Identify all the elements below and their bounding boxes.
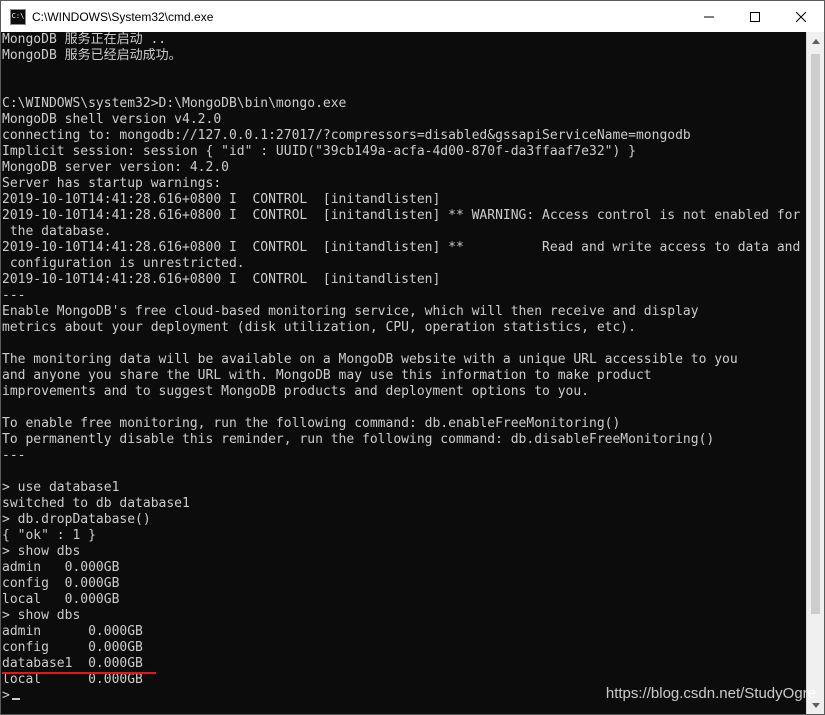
window-title: C:\WINDOWS\System32\cmd.exe [32,9,214,24]
console-line: 2019-10-10T14:41:28.616+0800 I CONTROL [… [2,208,801,223]
scroll-thumb[interactable] [811,54,820,614]
close-icon [796,11,806,22]
console-line: Enable MongoDB's free cloud-based monito… [2,304,699,319]
console-line: The monitoring data will be available on… [2,352,738,367]
console-line: C:\WINDOWS\system32>D:\MongoDB\bin\mongo… [2,96,347,111]
console-line: MongoDB 服务已经启动成功。 [2,48,182,63]
maximize-button[interactable] [732,1,778,32]
console-line: local 0.000GB [2,592,120,607]
minimize-button[interactable] [686,1,732,32]
console-line: > db.dropDatabase() [2,512,151,527]
scroll-up-button[interactable] [807,32,824,50]
console-line: database1 0.000GB [2,656,143,671]
console-line: Server has startup warnings: [2,176,222,191]
console-line: Implicit session: session { "id" : UUID(… [2,144,636,159]
console-line: admin 0.000GB [2,624,143,639]
console-output[interactable]: MongoDB 服务正在启动 .. MongoDB 服务已经启动成功。 C:\WIN… [1,32,806,714]
console-line: connecting to: mongodb://127.0.0.1:27017… [2,128,691,143]
console-line: the database. [2,224,112,239]
console-line: --- [2,448,26,463]
chevron-down-icon [811,702,820,708]
console-line: > use database1 [2,480,120,495]
close-button[interactable] [778,1,824,32]
red-underline-annotation [2,672,156,674]
title-bar[interactable]: C:\ C:\WINDOWS\System32\cmd.exe [1,1,824,32]
console-line: To permanently disable this reminder, ru… [2,432,715,447]
console-line: and anyone you share the URL with. Mongo… [2,368,652,383]
cmd-window: C:\ C:\WINDOWS\System32\cmd.exe MongoDB … [0,0,825,715]
cmd-app-icon[interactable]: C:\ [10,8,26,25]
prompt-symbol: > [2,688,10,703]
console-line: MongoDB shell version v4.2.0 [2,112,222,127]
text-cursor [11,698,20,700]
console-line: config 0.000GB [2,576,120,591]
maximize-icon [750,11,760,22]
console-line: improvements and to suggest MongoDB prod… [2,384,589,399]
console-line: 2019-10-10T14:41:28.616+0800 I CONTROL [… [2,240,801,255]
chevron-up-icon [811,38,820,44]
console-line: config 0.000GB [2,640,143,655]
console-line: > show dbs [2,544,81,559]
console-line: { "ok" : 1 } [2,528,96,543]
console-line: 2019-10-10T14:41:28.616+0800 I CONTROL [… [2,272,441,287]
minimize-icon [704,16,714,17]
console-line: metrics about your deployment (disk util… [2,320,636,335]
console-line: --- [2,288,26,303]
console-line: 2019-10-10T14:41:28.616+0800 I CONTROL [… [2,192,441,207]
console-line: > show dbs [2,608,81,623]
console-line: configuration is unrestricted. [2,256,245,271]
console-line: switched to db database1 [2,496,190,511]
console-line: To enable free monitoring, run the follo… [2,416,621,431]
console-line: MongoDB 服务正在启动 .. [2,32,167,47]
window-controls [686,1,824,32]
console-line: MongoDB server version: 4.2.0 [2,160,229,175]
watermark-text: https://blog.csdn.net/StudyOgre [605,685,816,702]
vertical-scrollbar[interactable] [806,32,824,714]
console-line: admin 0.000GB [2,560,120,575]
